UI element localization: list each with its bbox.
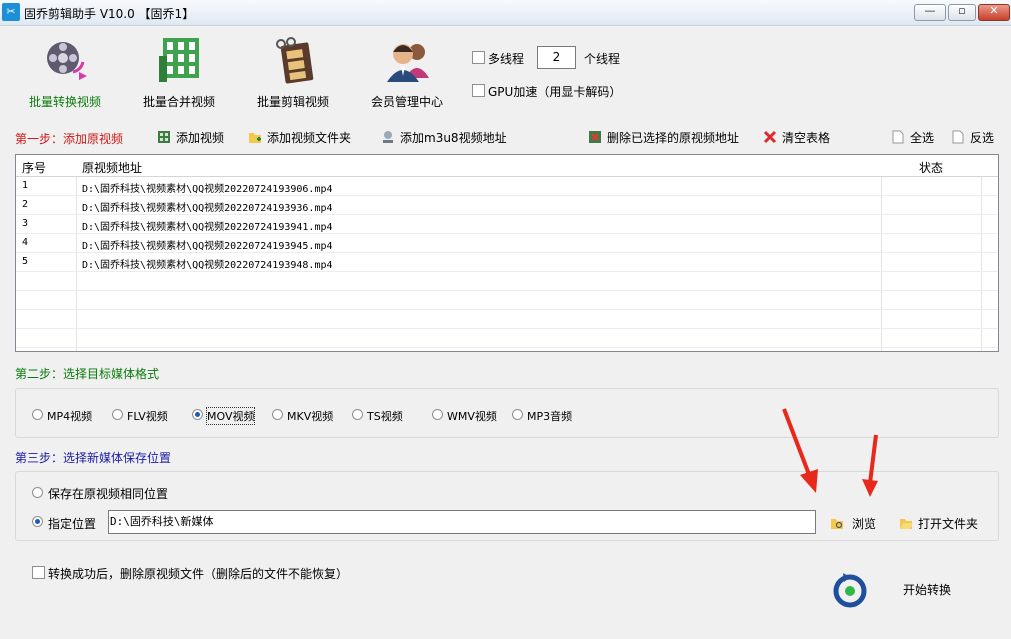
select-all-label: 全选 xyxy=(910,131,935,145)
title-bar: ✂ 固乔剪辑助手 V10.0 【固乔1】 — ▫ ✕ xyxy=(0,0,1011,26)
multithread-label: 多线程 xyxy=(488,52,525,66)
batch-edit-label: 批量剪辑视频 xyxy=(256,95,329,109)
step1-title: 第一步：添加原视频 xyxy=(15,132,124,146)
format-radio-mov[interactable] xyxy=(192,409,203,420)
multithread-checkbox[interactable] xyxy=(472,51,485,64)
delete-after-convert-checkbox[interactable] xyxy=(32,566,45,579)
annotation-arrow-icon xyxy=(862,434,878,497)
document-icon xyxy=(892,130,904,144)
format-label-wmv[interactable]: WMV视频 xyxy=(447,408,497,424)
step2-title: 第二步：选择目标媒体格式 xyxy=(15,367,160,381)
column-header-status[interactable]: 状态 xyxy=(919,159,943,176)
table-row[interactable]: 2 D:\固乔科技\视频素材\QQ视频20220724193936.mp4 xyxy=(16,196,998,215)
close-icon: ✕ xyxy=(989,4,999,17)
batch-merge-label: 批量合并视频 xyxy=(142,95,215,109)
empty-row xyxy=(16,329,998,348)
video-table[interactable]: 序号 原视频地址 状态 1 D:\固乔科技\视频素材\QQ视频202207241… xyxy=(15,154,999,352)
empty-row xyxy=(16,291,998,310)
delete-selected-label: 删除已选择的原视频地址 xyxy=(607,131,740,145)
member-center-button[interactable]: 会员管理中心 xyxy=(352,32,462,112)
window-title: 固乔剪辑助手 V10.0 【固乔1】 xyxy=(24,7,195,21)
format-label-mp3[interactable]: MP3音频 xyxy=(527,408,572,424)
empty-row xyxy=(16,272,998,291)
open-folder-label: 打开文件夹 xyxy=(918,517,979,531)
custom-location-label[interactable]: 指定位置 xyxy=(48,515,96,532)
table-row[interactable]: 4 D:\固乔科技\视频素材\QQ视频20220724193945.mp4 xyxy=(16,234,998,253)
format-label-mp4[interactable]: MP4视频 xyxy=(47,408,92,424)
clear-table-label: 清空表格 xyxy=(782,131,831,145)
column-header-path[interactable]: 原视频地址 xyxy=(82,159,142,176)
batch-convert-button[interactable]: 批量转换视频 xyxy=(10,32,120,112)
thread-unit-label: 个线程 xyxy=(584,52,621,66)
batch-convert-label: 批量转换视频 xyxy=(28,95,101,109)
gpu-checkbox[interactable] xyxy=(472,84,485,97)
maximize-button[interactable]: ▫ xyxy=(948,4,976,21)
same-location-radio[interactable] xyxy=(32,487,43,498)
member-center-label: 会员管理中心 xyxy=(370,95,443,109)
format-radio-wmv[interactable] xyxy=(432,409,443,420)
add-video-label: 添加视频 xyxy=(176,131,225,145)
browse-label: 浏览 xyxy=(852,517,877,531)
film-reel-icon xyxy=(47,42,87,80)
maximize-icon: ▫ xyxy=(958,4,966,17)
annotation-arrow-icon xyxy=(782,408,818,493)
row-path: D:\固乔科技\视频素材\QQ视频20220724193941.mp4 xyxy=(82,222,333,233)
format-label-mkv[interactable]: MKV视频 xyxy=(287,408,333,424)
format-radio-mp4[interactable] xyxy=(32,409,43,420)
format-radio-flv[interactable] xyxy=(112,409,123,420)
open-folder-icon xyxy=(900,519,913,529)
add-folder-label: 添加视频文件夹 xyxy=(267,131,352,145)
column-header-index[interactable]: 序号 xyxy=(22,159,46,176)
custom-location-radio[interactable] xyxy=(32,516,43,527)
red-x-icon xyxy=(763,130,777,144)
row-index: 4 xyxy=(22,237,29,248)
table-row[interactable]: 1 D:\固乔科技\视频素材\QQ视频20220724193906.mp4 xyxy=(16,177,998,196)
batch-merge-button[interactable]: 批量合并视频 xyxy=(124,32,234,112)
add-m3u8-label: 添加m3u8视频地址 xyxy=(400,131,507,145)
app-scissors-icon: ✂ xyxy=(2,3,20,21)
film-delete-icon xyxy=(589,131,601,143)
empty-row xyxy=(16,310,998,329)
row-path: D:\固乔科技\视频素材\QQ视频20220724193906.mp4 xyxy=(82,184,333,195)
minimize-button[interactable]: — xyxy=(914,4,946,21)
format-label-flv[interactable]: FLV视频 xyxy=(127,408,168,424)
gpu-label: GPU加速（用显卡解码） xyxy=(488,85,622,99)
merge-building-icon xyxy=(159,38,199,82)
row-path: D:\固乔科技\视频素材\QQ视频20220724193936.mp4 xyxy=(82,203,333,214)
format-label-ts[interactable]: TS视频 xyxy=(367,408,403,424)
table-header: 序号 原视频地址 状态 xyxy=(16,155,998,177)
delete-after-convert-label: 转换成功后，删除原视频文件（删除后的文件不能恢复） xyxy=(48,567,349,581)
batch-edit-button[interactable]: 批量剪辑视频 xyxy=(238,32,348,112)
format-label-mov[interactable]: MOV视频 xyxy=(205,407,256,425)
users-icon xyxy=(387,44,429,82)
row-index: 1 xyxy=(22,180,29,191)
minimize-icon: — xyxy=(924,4,936,17)
format-radio-mkv[interactable] xyxy=(272,409,283,420)
same-location-label[interactable]: 保存在原视频相同位置 xyxy=(48,485,168,502)
invert-select-label: 反选 xyxy=(970,131,995,145)
document-icon xyxy=(952,130,964,144)
table-row[interactable]: 3 D:\固乔科技\视频素材\QQ视频20220724193941.mp4 xyxy=(16,215,998,234)
row-index: 3 xyxy=(22,218,29,229)
format-radio-mp3[interactable] xyxy=(512,409,523,420)
folder-add-icon xyxy=(249,133,261,143)
row-index: 5 xyxy=(22,256,29,267)
row-path: D:\固乔科技\视频素材\QQ视频20220724193948.mp4 xyxy=(82,260,333,271)
output-path-input[interactable]: D:\固乔科技\新媒体 xyxy=(108,510,816,534)
close-button[interactable]: ✕ xyxy=(978,4,1010,21)
row-index: 2 xyxy=(22,199,29,210)
film-add-icon xyxy=(158,131,170,143)
format-radio-ts[interactable] xyxy=(352,409,363,420)
thread-count-input[interactable]: 2 xyxy=(537,46,576,69)
film-strip-scissors-icon xyxy=(276,37,314,84)
folder-search-icon xyxy=(831,519,843,529)
network-link-icon xyxy=(383,131,393,143)
step3-title: 第三步：选择新媒体保存位置 xyxy=(15,451,172,465)
table-row[interactable]: 5 D:\固乔科技\视频素材\QQ视频20220724193948.mp4 xyxy=(16,253,998,272)
row-path: D:\固乔科技\视频素材\QQ视频20220724193945.mp4 xyxy=(82,241,333,252)
start-convert-label: 开始转换 xyxy=(903,583,952,597)
refresh-icon xyxy=(833,573,867,608)
